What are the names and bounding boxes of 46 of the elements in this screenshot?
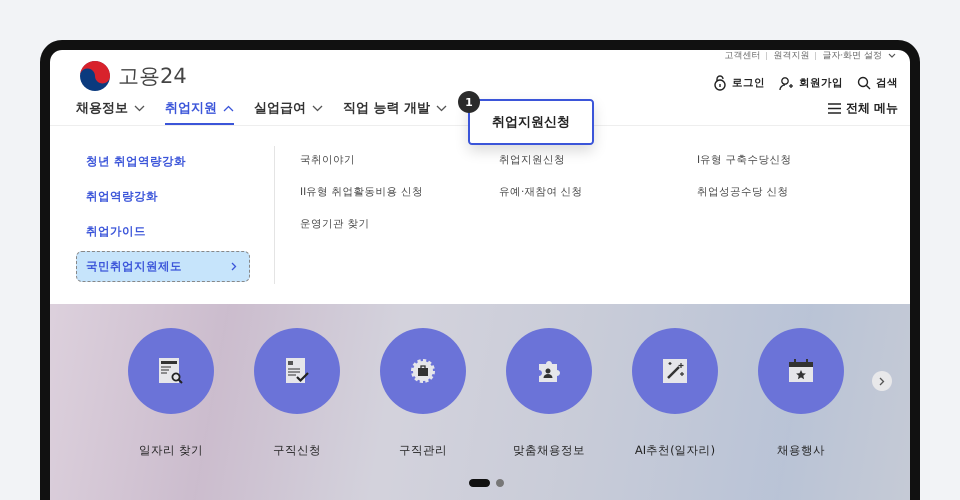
carousel-page-indicator[interactable] <box>469 479 490 487</box>
magic-wand-icon <box>660 356 690 386</box>
menu-category[interactable]: 청년 취업역량강화 <box>76 146 250 177</box>
nav-menu-item[interactable]: 취업지원 <box>165 99 234 125</box>
quick-menu-item[interactable]: 맞춤채용정보 <box>506 328 592 458</box>
logo-text: 고용24 <box>118 63 187 90</box>
chevron-right-icon <box>879 376 885 386</box>
submenu-link[interactable]: I유형 구축수당신청 <box>697 153 887 185</box>
lock-icon <box>713 75 727 91</box>
submenu-link[interactable]: 운영기관 찾기 <box>300 217 499 249</box>
submenu-link[interactable]: II유형 취업활동비용 신청 <box>300 185 499 217</box>
quick-menu-item[interactable]: 일자리 찾기 <box>128 328 214 458</box>
chevron-up-icon <box>223 104 234 112</box>
utility-link[interactable]: 원격지원 <box>773 50 810 62</box>
quick-menu-item[interactable]: 채용행사 <box>758 328 844 458</box>
utility-link[interactable]: 고객센터 <box>724 50 760 62</box>
menu-icon <box>828 103 841 114</box>
chevron-down-icon <box>312 104 323 112</box>
full-menu-button[interactable]: 전체 메뉴 <box>828 100 898 125</box>
chevron-down-icon <box>436 104 448 112</box>
chevron-down-icon <box>134 104 145 112</box>
submenu-link[interactable]: 취업성공수당 신청 <box>697 185 887 217</box>
add-user-icon <box>779 76 794 90</box>
step-number-badge: 1 <box>458 91 480 113</box>
quick-menu-item[interactable]: 구직관리 <box>380 328 466 458</box>
signup-link[interactable]: 회원가입 <box>779 76 843 90</box>
quick-menu-item[interactable]: AI추천(일자리) <box>632 328 718 458</box>
submenu-link[interactable]: 취업지원신청 <box>499 153 697 185</box>
menu-category[interactable]: 취업가이드 <box>76 216 250 247</box>
quick-menu-item[interactable]: 구직신청 <box>254 328 340 458</box>
utility-link[interactable]: 글자·화면 설정 <box>822 50 882 62</box>
search-icon <box>857 76 871 90</box>
nav-menu-item[interactable]: 채용정보 <box>76 99 145 125</box>
chevron-down-icon <box>888 53 896 59</box>
chevron-right-icon <box>231 262 237 271</box>
login-link[interactable]: 로그인 <box>713 75 765 91</box>
nav-menu-item[interactable]: 직업 능력 개발 <box>343 99 448 125</box>
emblem-icon <box>78 59 112 93</box>
search-link[interactable]: 검색 <box>857 76 898 90</box>
submenu-link[interactable]: 국취이야기 <box>300 153 499 185</box>
nav-menu-item[interactable]: 실업급여 <box>254 99 323 125</box>
submenu-link[interactable]: 유예·재참여 신청 <box>499 185 697 217</box>
menu-category[interactable]: 국민취업지원제도 <box>76 251 250 282</box>
menu-category[interactable]: 취업역량강화 <box>76 181 250 212</box>
gear-briefcase-icon <box>409 357 437 385</box>
next-button[interactable] <box>872 371 892 391</box>
